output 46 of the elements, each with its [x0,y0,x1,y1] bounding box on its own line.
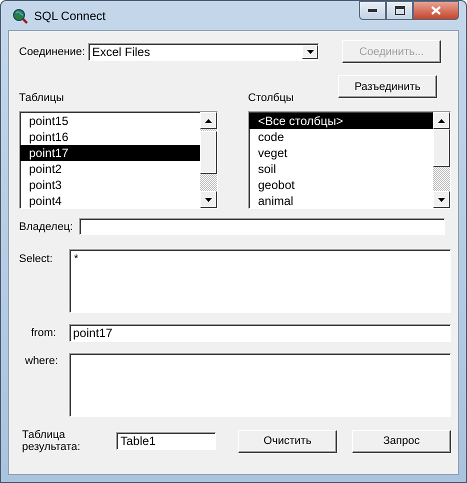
connection-label: Соединение: [19,46,86,58]
list-item[interactable]: point4 [20,193,200,208]
maximize-button[interactable] [386,1,413,20]
where-field[interactable] [69,353,451,417]
up-arrow-icon [438,118,445,122]
list-item[interactable]: <Все столбцы> [249,113,433,129]
list-item[interactable]: animal [249,193,433,208]
tables-list[interactable]: point15 point16 point17 point2 point3 point4 [19,111,218,209]
owner-field[interactable] [78,218,445,235]
list-item[interactable]: soil [249,161,433,177]
scrollbar[interactable] [200,112,217,208]
select-label: Select: [19,253,54,265]
window-title: SQL Connect [34,8,107,22]
list-item[interactable]: veget [249,145,433,161]
globe-magnifier-icon [12,8,28,24]
up-arrow-icon [205,118,212,122]
list-item[interactable]: point17 [20,145,200,161]
close-button[interactable] [413,1,459,20]
from-label: from: [31,327,58,339]
query-button[interactable]: Запрос [352,430,451,452]
owner-label: Владелец: [19,220,73,232]
list-item[interactable]: point15 [20,113,200,129]
close-icon [431,6,441,15]
from-field[interactable]: point17 [69,324,451,342]
list-item[interactable]: point2 [20,161,200,177]
minimize-button[interactable] [359,1,386,20]
where-label: where: [25,355,60,367]
list-item[interactable]: point16 [20,129,200,145]
select-field[interactable]: * [69,249,451,313]
connection-dropdown[interactable]: Excel Files [88,42,320,60]
list-item[interactable]: geobot [249,177,433,193]
result-table-label: Таблица результата: [22,429,82,453]
columns-list[interactable]: <Все столбцы> code veget soil geobot animal [248,111,451,209]
tables-label: Таблицы [19,92,65,104]
minimize-icon [368,9,377,12]
columns-label: Столбцы [248,92,294,104]
down-arrow-icon [306,50,314,54]
result-table-field[interactable]: Table1 [116,432,216,450]
list-item[interactable]: point3 [20,177,200,193]
scrollbar[interactable] [433,112,450,208]
down-arrow-icon [205,198,212,202]
list-item[interactable]: code [249,129,433,145]
maximize-icon [394,6,404,15]
down-arrow-icon [438,198,445,202]
disconnect-button[interactable]: Разъединить [338,75,437,98]
clear-button[interactable]: Очистить [238,430,337,452]
